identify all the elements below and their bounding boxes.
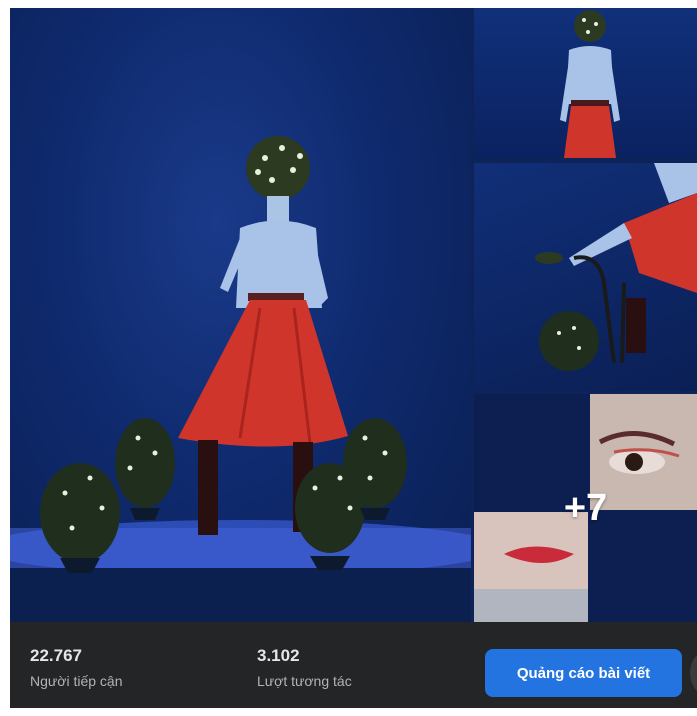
photo-gallery: +7	[10, 8, 697, 622]
more-photos-count[interactable]: +7	[474, 394, 697, 622]
main-photo-illustration	[10, 136, 471, 622]
gallery-photo-3[interactable]	[474, 163, 697, 391]
boost-post-button[interactable]: Quảng cáo bài viết	[485, 649, 682, 697]
more-options-button[interactable]	[690, 652, 697, 694]
gallery-photo-3-illustration	[535, 163, 697, 371]
engagement-stat: 3.102 Lượt tương tác	[257, 646, 352, 689]
reach-label: Người tiếp cận	[30, 673, 123, 689]
engagement-value: 3.102	[257, 646, 300, 665]
post-insights-bar: 22.767 Người tiếp cận 3.102 Lượt tương t…	[10, 622, 697, 708]
reach-value: 22.767	[30, 646, 82, 665]
engagement-label: Lượt tương tác	[257, 673, 352, 689]
reach-stat: 22.767 Người tiếp cận	[30, 646, 122, 689]
main-photo[interactable]	[10, 8, 471, 622]
post-card: +7 22.767 Người tiếp cận 3.102 Lượt tươn…	[10, 8, 697, 708]
gallery-photo-2[interactable]	[474, 8, 697, 158]
gallery-photo-2-illustration	[560, 10, 620, 158]
gallery-photo-more[interactable]: +7	[474, 394, 697, 622]
